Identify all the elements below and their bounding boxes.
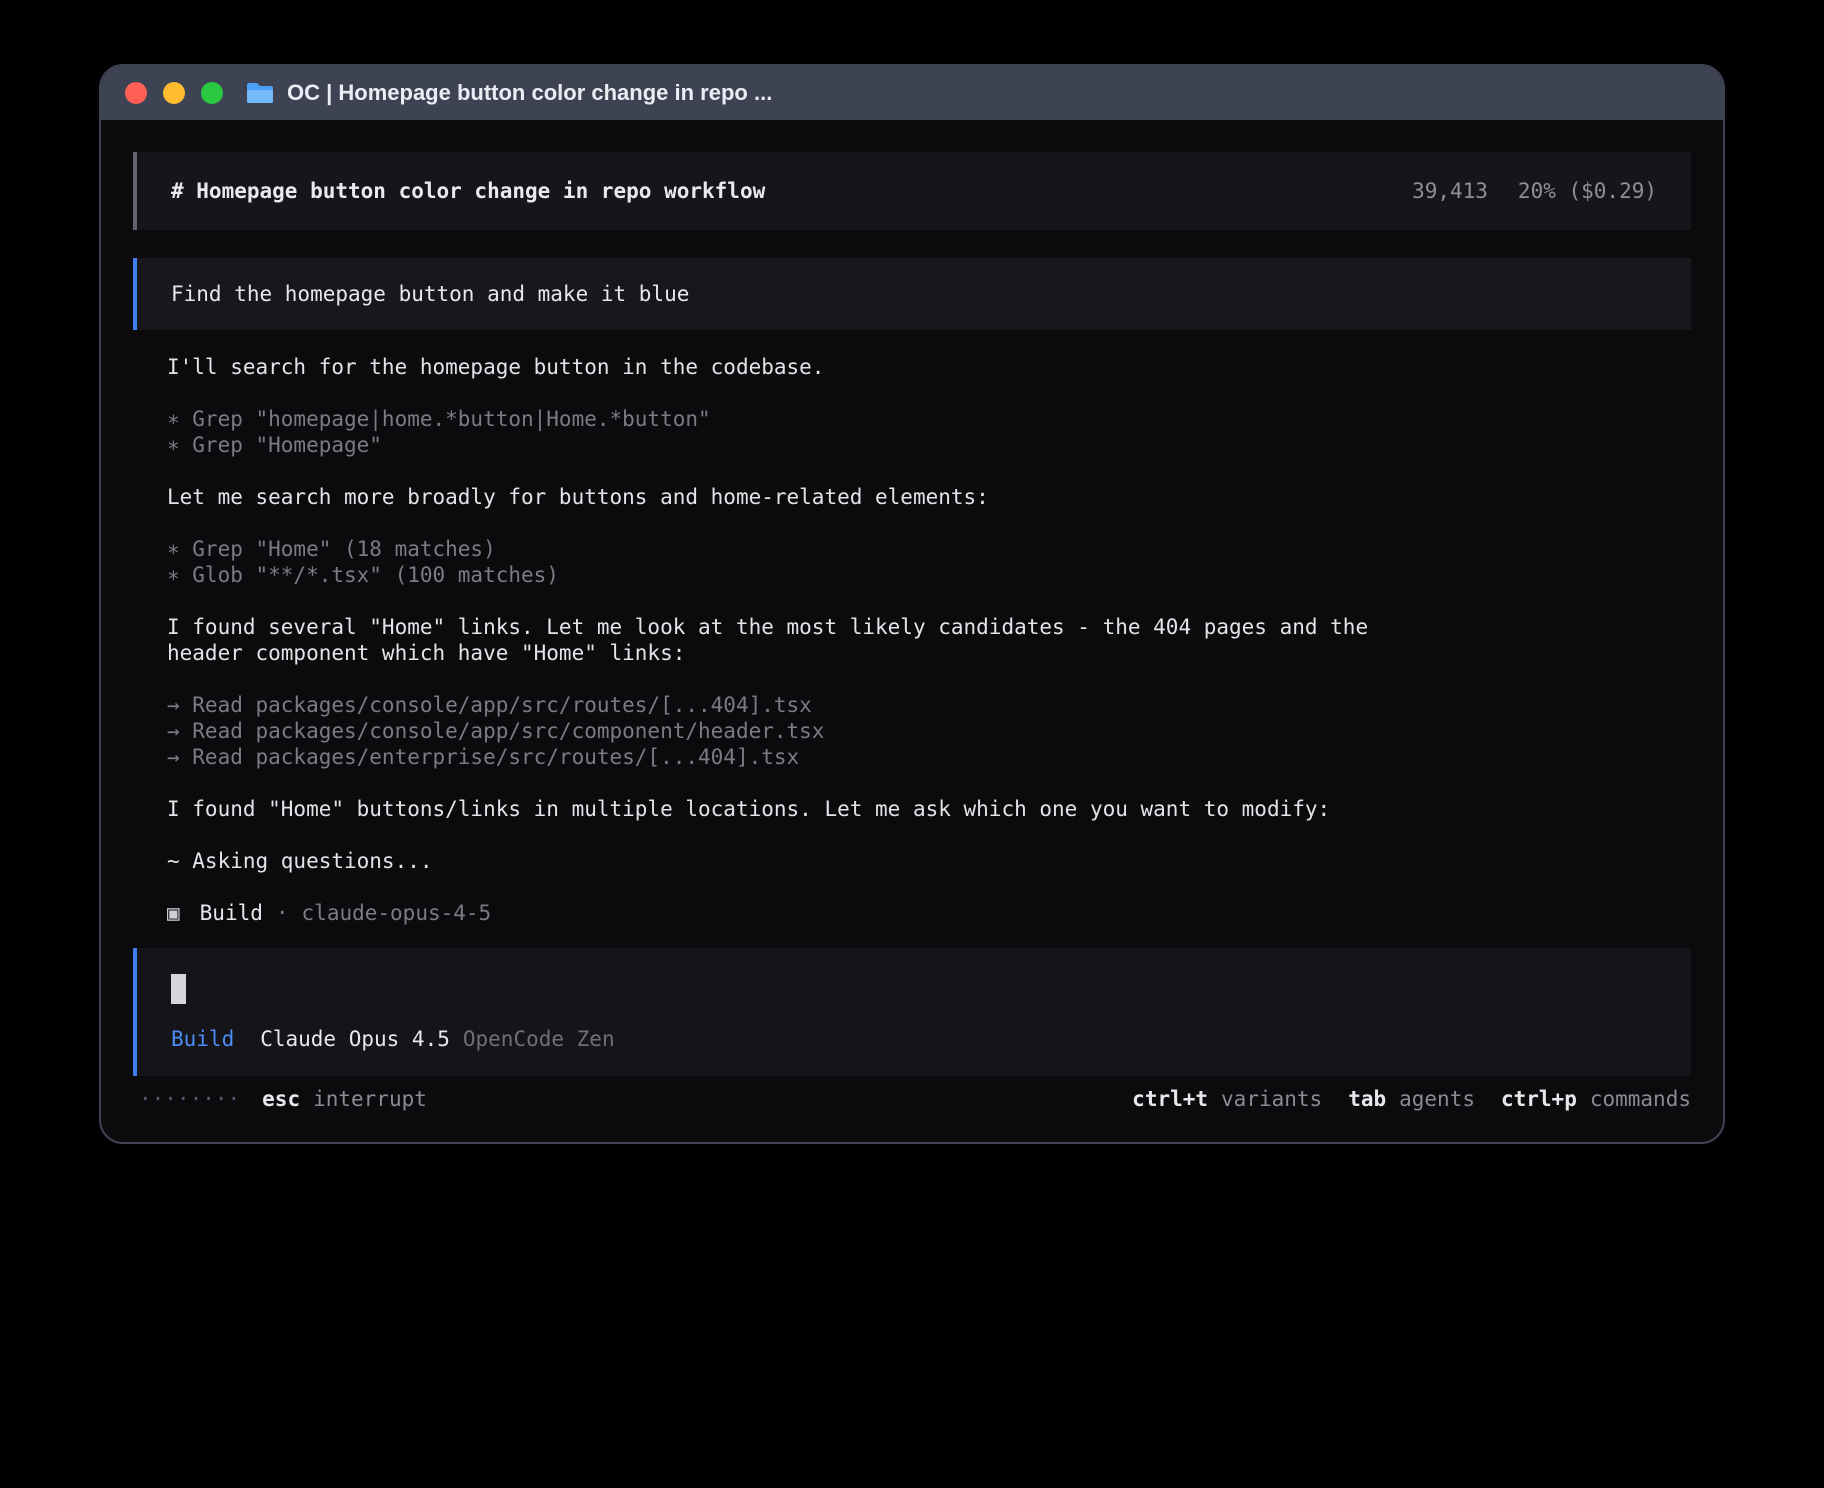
text-cursor (171, 974, 186, 1004)
tool-call-line: ∗ Grep "homepage|home.*button|Home.*butt… (167, 406, 1397, 432)
agent-name: Build (200, 900, 263, 926)
shortcut-label-interrupt: interrupt (313, 1086, 427, 1112)
session-title: # Homepage button color change in repo w… (171, 178, 765, 204)
assistant-text: Let me search more broadly for buttons a… (167, 484, 1397, 510)
tool-call-line: ∗ Glob "**/*.tsx" (100 matches) (167, 562, 1397, 588)
status-bar-left: ········ esc interrupt (139, 1086, 427, 1112)
close-button[interactable] (125, 82, 147, 104)
assistant-status-text: ~ Asking questions... (167, 848, 1397, 874)
assistant-text: I'll search for the homepage button in t… (167, 354, 1397, 380)
session-meta: 39,413 20% ($0.29) (1412, 178, 1657, 204)
window-titlebar[interactable]: OC | Homepage button color change in rep… (101, 66, 1723, 120)
zoom-button[interactable] (201, 82, 223, 104)
agent-icon: ▣ (167, 900, 180, 926)
user-message-text: Find the homepage button and make it blu… (171, 282, 689, 306)
window-title: OC | Homepage button color change in rep… (287, 80, 772, 106)
agent-model: claude-opus-4-5 (302, 900, 492, 926)
tool-call-line: ∗ Grep "Homepage" (167, 432, 1397, 458)
model-label: Claude Opus 4.5 (260, 1026, 450, 1052)
terminal-content: # Homepage button color change in repo w… (101, 120, 1723, 1112)
tool-call-line: → Read packages/console/app/src/componen… (167, 718, 1397, 744)
context-usage: 20% ($0.29) (1518, 178, 1657, 204)
status-bar: ········ esc interrupt ctrl+t variants t… (133, 1086, 1691, 1112)
spinner-icon: ········ (139, 1086, 240, 1112)
traffic-lights (125, 82, 223, 104)
window-title-group: OC | Homepage button color change in rep… (245, 80, 772, 106)
status-bar-right: ctrl+t variants tab agents ctrl+p comman… (1132, 1086, 1691, 1112)
tool-call-line: ∗ Grep "Home" (18 matches) (167, 536, 1397, 562)
shortcut-label-commands: commands (1590, 1086, 1691, 1112)
tool-call-group: ∗ Grep "Home" (18 matches) ∗ Glob "**/*.… (167, 536, 1397, 588)
shortcut-key-tab: tab (1348, 1086, 1386, 1112)
session-header: # Homepage button color change in repo w… (133, 152, 1691, 230)
assistant-text: I found "Home" buttons/links in multiple… (167, 796, 1397, 822)
shortcut-label-agents: agents (1399, 1086, 1475, 1112)
agent-separator: · (276, 900, 289, 926)
shortcut-key-esc: esc (262, 1086, 300, 1112)
assistant-transcript: I'll search for the homepage button in t… (167, 354, 1397, 926)
user-message: Find the homepage button and make it blu… (133, 258, 1691, 330)
input-status-row: Build Claude Opus 4.5 OpenCode Zen (171, 1026, 1657, 1052)
shortcut-key-ctrl-p: ctrl+p (1501, 1086, 1577, 1112)
assistant-text: I found several "Home" links. Let me loo… (167, 614, 1397, 666)
minimize-button[interactable] (163, 82, 185, 104)
agent-status: ▣ Build · claude-opus-4-5 (167, 900, 1397, 926)
token-count: 39,413 (1412, 178, 1488, 204)
prompt-input[interactable]: Build Claude Opus 4.5 OpenCode Zen (133, 948, 1691, 1076)
shortcut-label-variants: variants (1221, 1086, 1322, 1112)
tool-call-group: ∗ Grep "homepage|home.*button|Home.*butt… (167, 406, 1397, 458)
shortcut-key-ctrl-t: ctrl+t (1132, 1086, 1208, 1112)
shortcut-agents: tab agents (1348, 1086, 1475, 1112)
provider-label: OpenCode Zen (463, 1026, 615, 1052)
shortcut-commands: ctrl+p commands (1501, 1086, 1691, 1112)
tool-call-line: → Read packages/console/app/src/routes/[… (167, 692, 1397, 718)
mode-label: Build (171, 1026, 234, 1052)
terminal-window: OC | Homepage button color change in rep… (99, 64, 1725, 1144)
tool-call-line: → Read packages/enterprise/src/routes/[.… (167, 744, 1397, 770)
folder-icon (245, 81, 275, 105)
tool-call-group: → Read packages/console/app/src/routes/[… (167, 692, 1397, 770)
shortcut-variants: ctrl+t variants (1132, 1086, 1322, 1112)
